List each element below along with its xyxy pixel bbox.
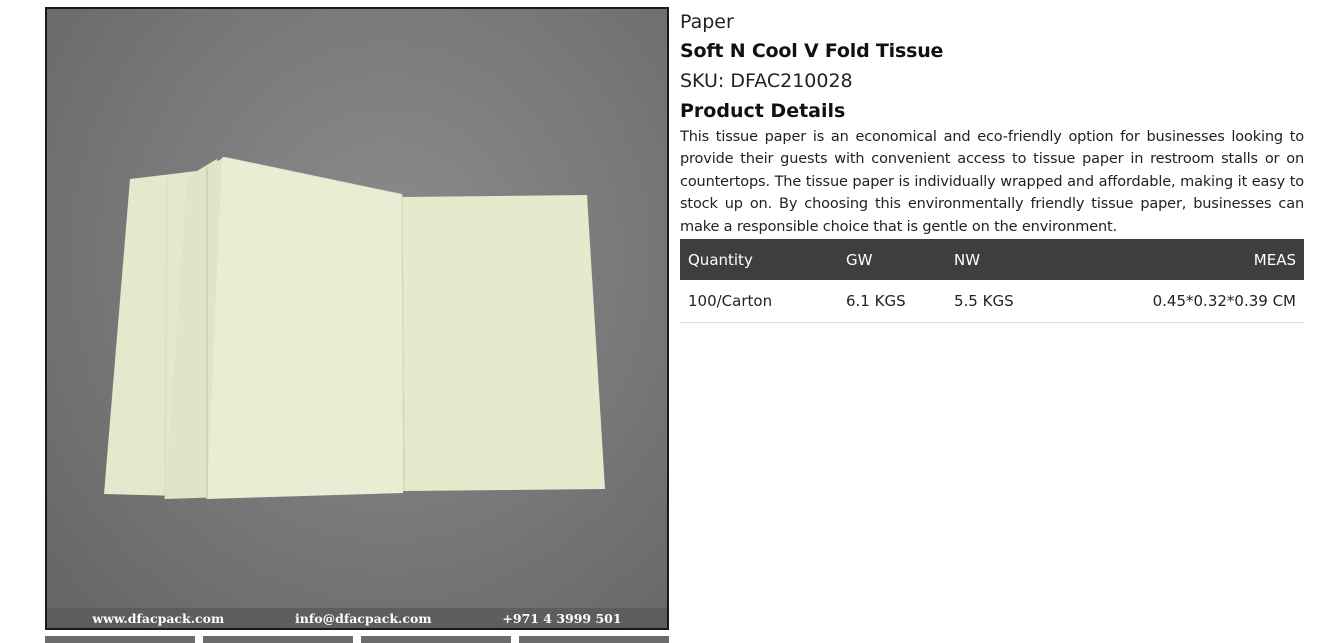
header-gw: GW: [846, 250, 873, 269]
watermark-email: info@dfacpack.com: [295, 610, 432, 626]
cell-nw: 5.5 KGS: [946, 280, 1104, 323]
product-category: Paper: [680, 11, 734, 33]
product-info: Paper Soft N Cool V Fold Tissue SKU: DFA…: [680, 8, 1304, 238]
thumbnail-strip: [45, 636, 669, 643]
tissue-right-panel: [402, 195, 605, 491]
cell-meas: 0.45*0.32*0.39 CM: [1104, 280, 1304, 323]
thumbnail-1[interactable]: [45, 636, 195, 643]
thumbnail-2[interactable]: [203, 636, 353, 643]
product-title: Soft N Cool V Fold Tissue: [680, 40, 944, 62]
spec-table: Quantity GW NW MEAS 100/Carton 6.1 KGS 5…: [680, 239, 1304, 323]
tissue-top-panel: [207, 157, 403, 499]
cell-quantity: 100/Carton: [680, 280, 838, 323]
product-details-heading: Product Details: [680, 100, 846, 122]
thumbnail-4[interactable]: [519, 636, 669, 643]
tissue-illustration: [104, 157, 605, 500]
sku-label: SKU:: [680, 70, 725, 92]
product-image[interactable]: www.dfacpack.com info@dfacpack.com +971 …: [45, 7, 669, 630]
header-nw: NW: [954, 250, 981, 269]
product-description: This tissue paper is an economical and e…: [680, 129, 1304, 235]
watermark-phone: +971 4 3999 501: [502, 610, 622, 626]
sku-value: DFAC210028: [730, 70, 853, 92]
product-sku: SKU: DFAC210028: [680, 66, 1304, 96]
header-meas: MEAS: [1253, 250, 1296, 269]
header-quantity: Quantity: [688, 250, 753, 269]
watermark-bar: www.dfacpack.com info@dfacpack.com +971 …: [47, 608, 667, 628]
thumbnail-3[interactable]: [361, 636, 511, 643]
cell-gw: 6.1 KGS: [838, 280, 946, 323]
table-row: 100/Carton 6.1 KGS 5.5 KGS 0.45*0.32*0.3…: [680, 280, 1304, 323]
spec-table-header: Quantity GW NW MEAS: [680, 239, 1304, 280]
watermark-website: www.dfacpack.com: [92, 610, 225, 626]
